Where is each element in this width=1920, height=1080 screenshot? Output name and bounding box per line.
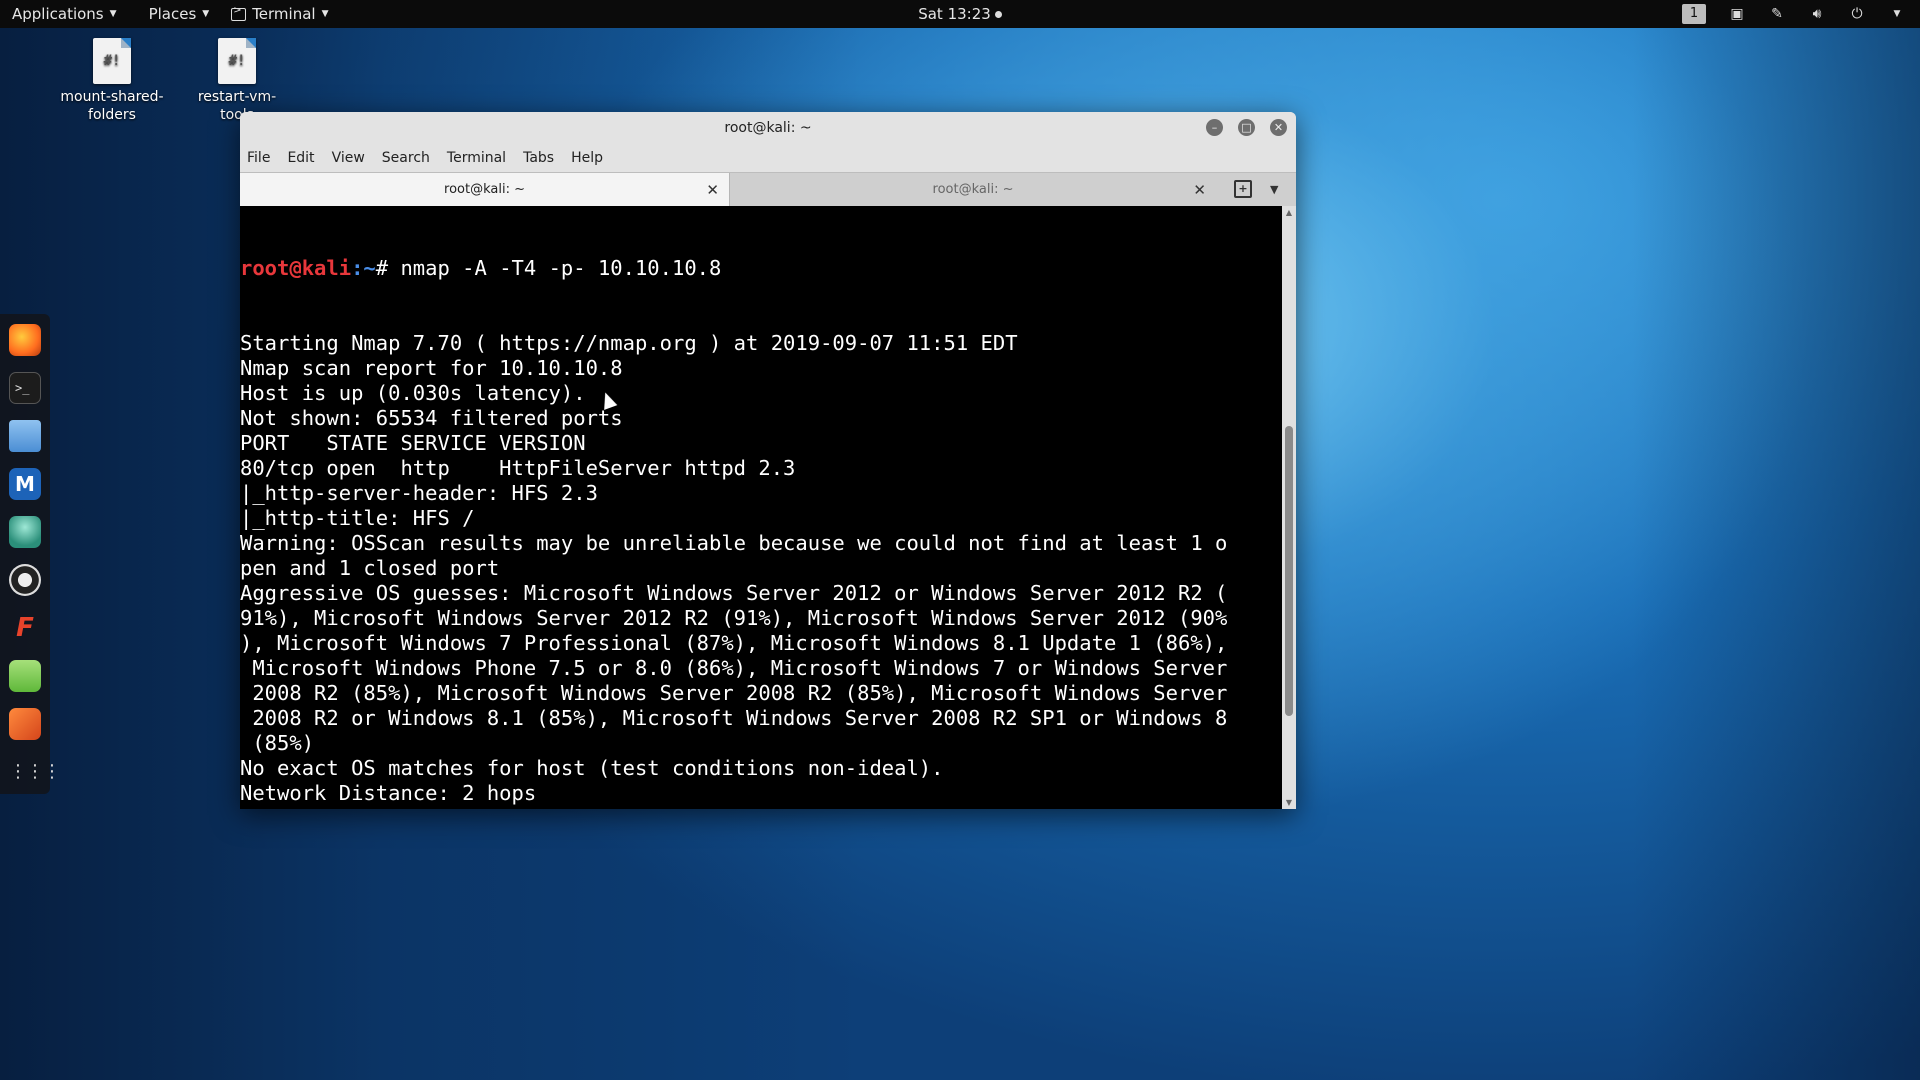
window-title: root@kali: ~	[724, 120, 812, 136]
menu-terminal[interactable]: Terminal	[447, 150, 506, 166]
show-apps-icon[interactable]: ⋮⋮⋮	[9, 756, 61, 788]
minimize-button[interactable]: –	[1206, 119, 1223, 136]
terminal-output[interactable]: root@kali:~# nmap -A -T4 -p- 10.10.10.8 …	[240, 206, 1282, 809]
menu-view[interactable]: View	[332, 150, 365, 166]
terminal-line: Not shown: 65534 filtered ports	[240, 406, 623, 430]
command-text: nmap -A -T4 -p- 10.10.10.8	[400, 256, 722, 280]
terminal-line: Aggressive OS guesses: Microsoft Windows…	[240, 581, 1228, 605]
menu-bar: File Edit View Search Terminal Tabs Help	[240, 144, 1296, 172]
tab-bar: root@kali: ~ ✕ root@kali: ~ ✕ + ▼	[240, 172, 1296, 207]
script-file-icon: #!	[218, 38, 256, 84]
places-menu[interactable]: Places ▼	[129, 0, 222, 28]
terminal-scrollbar[interactable]: ▲ ▼	[1282, 206, 1296, 809]
terminal-line: Microsoft Windows Phone 7.5 or 8.0 (86%)…	[240, 656, 1228, 680]
desktop-icon-label: restart-vm-	[197, 89, 277, 105]
chevron-down-icon[interactable]: ▼	[1888, 6, 1906, 22]
terminal-line: |_http-server-header: HFS 2.3	[240, 481, 598, 505]
close-icon[interactable]: ✕	[706, 173, 719, 207]
firefox-icon[interactable]	[9, 324, 41, 356]
tab-root-kali-2[interactable]: root@kali: ~ ✕	[730, 173, 1216, 207]
command-line: root@kali:~# nmap -A -T4 -p- 10.10.10.8	[240, 256, 1282, 281]
faraday-icon[interactable]: F	[9, 612, 41, 644]
terminal-line: No exact OS matches for host (test condi…	[240, 756, 944, 780]
terminal-line: Service Info: OS: Windows; CPE: cpe:/o:m…	[240, 806, 1282, 809]
script-file-icon: #!	[93, 38, 131, 84]
terminal-line: 2008 R2 (85%), Microsoft Windows Server …	[240, 681, 1228, 705]
chevron-down-icon: ▼	[202, 9, 210, 19]
scroll-down-icon[interactable]: ▼	[1285, 798, 1293, 807]
new-tab-icon[interactable]: +	[1234, 180, 1252, 198]
close-icon[interactable]: ✕	[1193, 173, 1206, 207]
terminal-window: root@kali: ~ – □ ✕ File Edit View Search…	[240, 112, 1296, 809]
places-label: Places	[148, 5, 197, 23]
terminal-icon[interactable]: >_	[9, 372, 41, 404]
power-icon[interactable]: ⏻	[1848, 6, 1866, 22]
terminal-line: 80/tcp open http HttpFileServer httpd 2.…	[240, 456, 796, 480]
terminal-line: pen and 1 closed port	[240, 556, 500, 580]
prompt-path: :~	[351, 256, 376, 280]
terminal-line: Starting Nmap 7.70 ( https://nmap.org ) …	[240, 331, 1018, 355]
files-icon[interactable]	[9, 420, 41, 452]
menu-search[interactable]: Search	[382, 150, 430, 166]
top-panel: Applications ▼ Places ▼ Terminal ▼ Sat 1…	[0, 0, 1920, 28]
prompt-symbol: #	[375, 256, 401, 280]
pen-icon[interactable]: ✎	[1768, 6, 1786, 22]
maximize-button[interactable]: □	[1238, 119, 1255, 136]
terminal-menu-label: Terminal	[252, 5, 316, 23]
prompt-user: root@kali	[240, 256, 352, 280]
menu-tabs[interactable]: Tabs	[523, 150, 554, 166]
notes-icon[interactable]	[9, 660, 41, 692]
window-titlebar[interactable]: root@kali: ~ – □ ✕	[240, 112, 1296, 144]
terminal-line: |_http-title: HFS /	[240, 506, 475, 530]
close-button[interactable]: ✕	[1270, 119, 1287, 136]
chevron-down-icon: ▼	[109, 9, 117, 19]
system-tray: 1 ▣ ✎ 🔊︎ ⏻ ▼	[1682, 0, 1906, 28]
scroll-thumb[interactable]	[1285, 426, 1293, 716]
terminal-line: (85%)	[240, 731, 315, 755]
scroll-up-icon[interactable]: ▲	[1285, 208, 1293, 217]
metasploit-icon[interactable]: M	[9, 468, 41, 500]
tab-root-kali-1[interactable]: root@kali: ~ ✕	[240, 173, 730, 207]
dock: >_ M F ⋮⋮⋮	[0, 314, 61, 794]
menu-help[interactable]: Help	[571, 150, 603, 166]
workspace-indicator[interactable]: 1	[1682, 4, 1706, 24]
terminal-text: root@kali:~# nmap -A -T4 -p- 10.10.10.8 …	[240, 206, 1282, 809]
terminal-line: Warning: OSScan results may be unreliabl…	[240, 531, 1228, 555]
applications-label: Applications	[12, 5, 104, 23]
menu-edit[interactable]: Edit	[287, 150, 314, 166]
terminal-line: Nmap scan report for 10.10.10.8	[240, 356, 623, 380]
chevron-down-icon: ▼	[321, 9, 329, 19]
terminal-icon	[231, 5, 247, 21]
terminal-line: PORT STATE SERVICE VERSION	[240, 431, 586, 455]
desktop-icon-label: folders	[88, 107, 136, 123]
tab-label: root@kali: ~	[444, 182, 525, 197]
maltego-icon[interactable]	[9, 564, 41, 596]
notification-dot-icon	[994, 11, 1002, 18]
terminal-line: Host is up (0.030s latency).	[240, 381, 586, 405]
desktop-icon-label: mount-shared-	[60, 89, 164, 105]
chevron-down-icon[interactable]: ▼	[1270, 173, 1278, 207]
armitage-icon[interactable]	[9, 516, 41, 548]
terminal-app-menu[interactable]: Terminal ▼	[221, 0, 340, 28]
terminal-line: ), Microsoft Windows 7 Professional (87%…	[240, 631, 1228, 655]
desktop-icon-mount-shared-folders[interactable]: #! mount-shared- folders	[57, 38, 167, 124]
app-icon[interactable]	[9, 708, 41, 740]
applications-menu[interactable]: Applications ▼	[0, 0, 129, 28]
terminal-line: 91%), Microsoft Windows Server 2012 R2 (…	[240, 606, 1228, 630]
terminal-line: 2008 R2 or Windows 8.1 (85%), Microsoft …	[240, 706, 1228, 730]
tab-label: root@kali: ~	[932, 182, 1014, 197]
volume-icon[interactable]: 🔊︎	[1808, 6, 1826, 22]
menu-file[interactable]: File	[247, 150, 270, 166]
terminal-line: Network Distance: 2 hops	[240, 781, 537, 805]
screen-record-icon[interactable]: ▣	[1728, 6, 1746, 22]
clock[interactable]: Sat 13:23	[918, 5, 991, 23]
